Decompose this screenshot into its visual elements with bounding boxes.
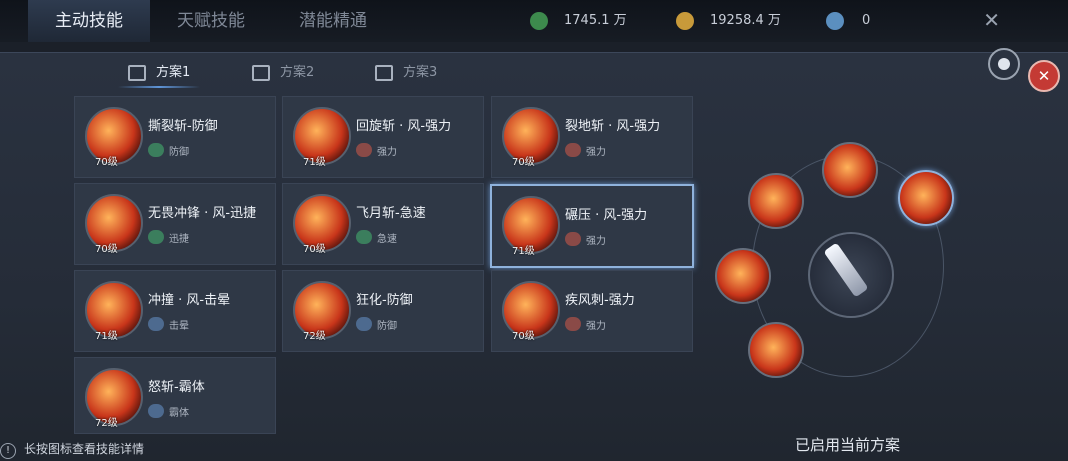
skill-name: 冲撞 · 风-击晕 (148, 293, 231, 308)
plan-icon (375, 64, 393, 81)
skill-level: 72级 (303, 331, 326, 342)
plan-underline (118, 86, 201, 88)
resource-gem-value: 0 (862, 13, 871, 28)
tab-talent-skills[interactable]: 天赋技能 (150, 0, 272, 42)
skill-name: 无畏冲锋 · 风-迅捷 (148, 206, 257, 221)
tab-plan-1[interactable]: 方案1 (118, 60, 201, 88)
wheel-slot[interactable] (748, 173, 804, 229)
hint-text: 长按图标查看技能详情 (24, 442, 145, 456)
resource-coin-value: 19258.4 万 (710, 13, 781, 28)
skill-card[interactable]: 70级 飞月斩-急速 急速 (282, 183, 484, 265)
super-armor-icon (356, 317, 372, 331)
skill-card[interactable]: 72级 怒斩-霸体 霸体 (74, 357, 276, 434)
skill-name: 飞月斩-急速 (356, 206, 426, 221)
power-icon (565, 143, 581, 157)
skill-card[interactable]: 72级 狂化-防御 防御 (282, 270, 484, 352)
tab-plan-3[interactable]: 方案3 (375, 60, 437, 86)
skill-tag: 迅捷 (169, 234, 189, 245)
skill-level: 70级 (95, 244, 118, 255)
skill-level: 70级 (512, 331, 535, 342)
gem-icon (826, 12, 844, 30)
skill-name: 狂化-防御 (356, 293, 413, 308)
record-button[interactable] (988, 48, 1020, 80)
tab-potential-mastery[interactable]: 潜能精通 (272, 0, 394, 42)
skill-level: 70级 (303, 244, 326, 255)
wheel-slot[interactable] (748, 322, 804, 378)
applied-status: 已启用当前方案 (795, 436, 901, 454)
skill-level: 70级 (512, 157, 535, 168)
tab-active-skills[interactable]: 主动技能 (28, 0, 150, 42)
skill-card-selected[interactable]: 71级 碾压 · 风-强力 强力 (490, 184, 694, 268)
skill-name: 碾压 · 风-强力 (565, 208, 648, 223)
super-armor-icon (148, 404, 164, 418)
skill-tag: 强力 (586, 321, 606, 332)
plan-label: 方案3 (403, 65, 438, 80)
shield-icon (356, 230, 372, 244)
skill-name: 疾风刺-强力 (565, 293, 635, 308)
plan-icon (252, 64, 270, 81)
skill-card[interactable]: 70级 疾风刺-强力 强力 (491, 270, 693, 352)
skill-tag: 霸体 (169, 408, 189, 419)
close-icon[interactable]: ✕ (1028, 60, 1060, 92)
skill-tag: 强力 (586, 147, 606, 158)
power-icon (565, 317, 581, 331)
tab-plan-2[interactable]: 方案2 (252, 60, 314, 86)
skill-level: 70级 (95, 157, 118, 168)
plan-icon (128, 64, 146, 81)
skill-level: 71级 (512, 246, 535, 257)
power-icon (356, 143, 372, 157)
skill-card[interactable]: 70级 无畏冲锋 · 风-迅捷 迅捷 (74, 183, 276, 265)
skill-tag: 击晕 (169, 321, 189, 332)
shield-icon (148, 143, 164, 157)
wheel-slot-selected[interactable] (898, 170, 954, 226)
skill-tag: 防御 (377, 321, 397, 332)
wheel-slot[interactable] (822, 142, 878, 198)
top-bar: 主动技能 天赋技能 潜能精通 1745.1 万 19258.4 万 0 ✕ (0, 0, 1068, 42)
top-close-icon[interactable]: ✕ (983, 8, 1000, 32)
skill-tag: 急速 (377, 234, 397, 245)
skill-level: 71级 (95, 331, 118, 342)
stun-icon (148, 317, 164, 331)
skill-level: 72级 (95, 418, 118, 429)
wheel-slot[interactable] (715, 248, 771, 304)
skill-tag: 强力 (586, 236, 606, 247)
skill-card[interactable]: 70级 撕裂斩-防御 防御 (74, 96, 276, 178)
skill-level: 71级 (303, 157, 326, 168)
plan-label: 方案2 (280, 65, 315, 80)
plan-label: 方案1 (156, 65, 191, 80)
shield-icon (148, 230, 164, 244)
record-dot-icon (998, 58, 1010, 70)
skill-tag: 强力 (377, 147, 397, 158)
skill-tag: 防御 (169, 147, 189, 158)
resource-gem: 0 (826, 12, 870, 30)
skill-card[interactable]: 70级 裂地斩 · 风-强力 强力 (491, 96, 693, 178)
resource-herb-value: 1745.1 万 (564, 13, 627, 28)
skill-card[interactable]: 71级 回旋斩 · 风-强力 强力 (282, 96, 484, 178)
coin-icon (676, 12, 694, 30)
herb-icon (530, 12, 548, 30)
skill-name: 撕裂斩-防御 (148, 119, 218, 134)
skill-name: 怒斩-霸体 (148, 380, 205, 395)
power-icon (565, 232, 581, 246)
info-icon: ! (0, 443, 16, 459)
resource-coin: 19258.4 万 (676, 12, 781, 30)
hint-bar: ! 长按图标查看技能详情 (0, 440, 144, 459)
skill-name: 回旋斩 · 风-强力 (356, 119, 452, 134)
skill-name: 裂地斩 · 风-强力 (565, 119, 661, 134)
resource-herb: 1745.1 万 (530, 12, 627, 30)
skill-card[interactable]: 71级 冲撞 · 风-击晕 击晕 (74, 270, 276, 352)
